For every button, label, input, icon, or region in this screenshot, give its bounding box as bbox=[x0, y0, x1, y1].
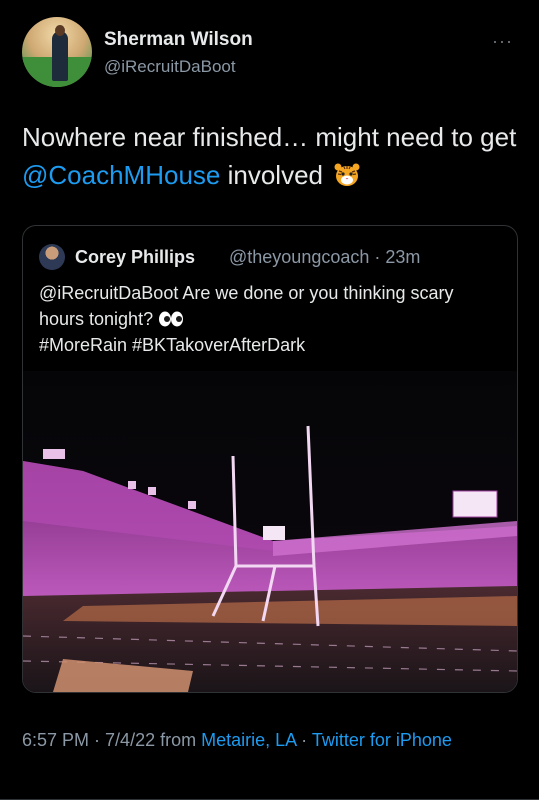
quoted-author-name[interactable]: Corey Phillips bbox=[75, 247, 195, 268]
tweet-text-after: involved bbox=[220, 160, 323, 190]
quoted-text-line1: @iRecruitDaBoot Are we done or you think… bbox=[39, 283, 454, 329]
mention-link[interactable]: @CoachMHouse bbox=[22, 160, 220, 190]
eyes-icon bbox=[159, 311, 184, 327]
source-link[interactable]: Twitter for iPhone bbox=[312, 730, 452, 750]
tweet-text-before: Nowhere near finished… might need to get bbox=[22, 122, 517, 152]
avatar[interactable] bbox=[22, 17, 92, 87]
separator-dot: · bbox=[369, 247, 386, 267]
tiger-face-icon bbox=[334, 163, 360, 186]
stadium-image[interactable] bbox=[23, 371, 517, 692]
quoted-hashtags[interactable]: #MoreRain #BKTakoverAfterDark bbox=[39, 335, 305, 355]
location-link[interactable]: Metairie, LA bbox=[201, 730, 296, 750]
quoted-tweet-header: Corey Phillips @theyoungcoach · 23m bbox=[39, 242, 509, 272]
separator-dot: · bbox=[296, 730, 312, 750]
author-name[interactable]: Sherman Wilson bbox=[104, 29, 253, 51]
quoted-author-meta: @theyoungcoach · 23m bbox=[229, 247, 420, 268]
from-label: from bbox=[155, 730, 202, 750]
quoted-time[interactable]: 23m bbox=[385, 247, 420, 267]
tweet-date[interactable]: 7/4/22 bbox=[105, 730, 155, 750]
quoted-tweet[interactable]: Corey Phillips @theyoungcoach · 23m @iRe… bbox=[22, 225, 518, 693]
tweet-text: Nowhere near finished… might need to get… bbox=[22, 118, 522, 194]
tweet-time[interactable]: 6:57 PM bbox=[22, 730, 89, 750]
quoted-text: @iRecruitDaBoot Are we done or you think… bbox=[39, 280, 499, 358]
quoted-avatar[interactable] bbox=[39, 244, 65, 270]
separator-dot: · bbox=[89, 730, 106, 750]
more-options-icon[interactable]: ··· bbox=[492, 31, 513, 52]
tweet-meta: 6:57 PM · 7/4/22 from Metairie, LA · Twi… bbox=[22, 727, 522, 753]
quoted-author-handle[interactable]: @theyoungcoach bbox=[229, 247, 369, 267]
tweet-header: Sherman Wilson @iRecruitDaBoot ··· bbox=[22, 17, 522, 89]
author-handle[interactable]: @iRecruitDaBoot bbox=[104, 57, 236, 77]
